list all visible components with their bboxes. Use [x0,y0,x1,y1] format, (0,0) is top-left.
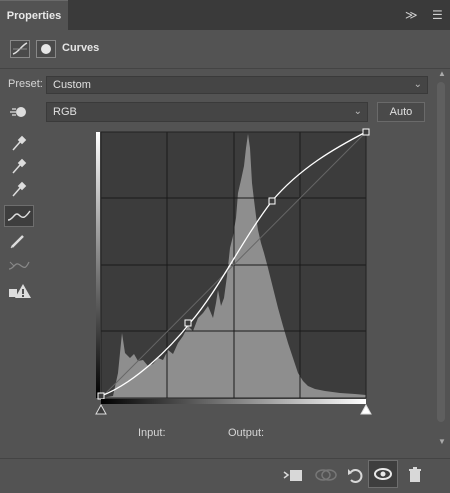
preset-value: Custom [53,79,91,91]
mask-icon[interactable] [36,40,56,58]
channel-select[interactable]: RGB ⌄ [46,102,368,122]
panel-scrollbar[interactable]: ▲ ▼ [436,70,446,450]
preset-label: Preset: [8,78,43,90]
scroll-up-icon[interactable]: ▲ [438,70,446,78]
gray-point-eyedropper-icon[interactable] [6,157,32,175]
double-chevron-right-icon[interactable]: ≫ [405,8,418,22]
tab-label: Properties [6,10,62,22]
white-point-eyedropper-icon[interactable] [6,180,32,198]
view-previous-state-icon[interactable] [314,466,338,484]
input-label: Input: [138,427,166,439]
input-gradient-bar [101,399,366,404]
pencil-draw-icon[interactable] [6,232,32,250]
black-point-eyedropper-icon[interactable] [6,134,32,152]
curves-graph[interactable] [90,128,380,421]
adjustment-title: Curves [62,42,100,54]
smooth-curve-icon[interactable] [6,256,32,274]
hamburger-menu-icon[interactable]: ☰ [432,8,443,22]
chevron-down-icon: ⌄ [413,79,422,90]
curve-point[interactable] [184,319,192,327]
output-label: Output: [228,427,265,439]
channel-value: RGB [53,106,77,118]
clipping-warning-icon[interactable] [6,282,32,300]
eye-visibility-icon[interactable] [368,460,398,488]
black-input-slider[interactable] [95,403,107,415]
trash-icon[interactable] [406,466,424,484]
auto-button[interactable]: Auto [377,102,425,122]
chevron-down-icon: ⌄ [353,106,362,117]
curve-point-black[interactable] [97,392,105,400]
curve-point[interactable] [268,197,276,205]
clip-to-layer-icon[interactable] [282,466,304,484]
output-gradient-bar [96,132,100,398]
tab-properties[interactable]: Properties [0,0,68,31]
scroll-down-icon[interactable]: ▼ [438,438,446,446]
edit-points-curve-icon[interactable] [4,205,34,227]
targeted-adjustment-hand-icon[interactable] [6,103,32,121]
scrollbar-thumb[interactable] [437,82,445,422]
white-input-slider[interactable] [360,403,372,415]
curve-point-white[interactable] [362,128,370,136]
reset-icon[interactable] [346,466,366,484]
curves-adjustment-icon[interactable] [10,40,30,58]
preset-select[interactable]: Custom ⌄ [46,76,428,94]
